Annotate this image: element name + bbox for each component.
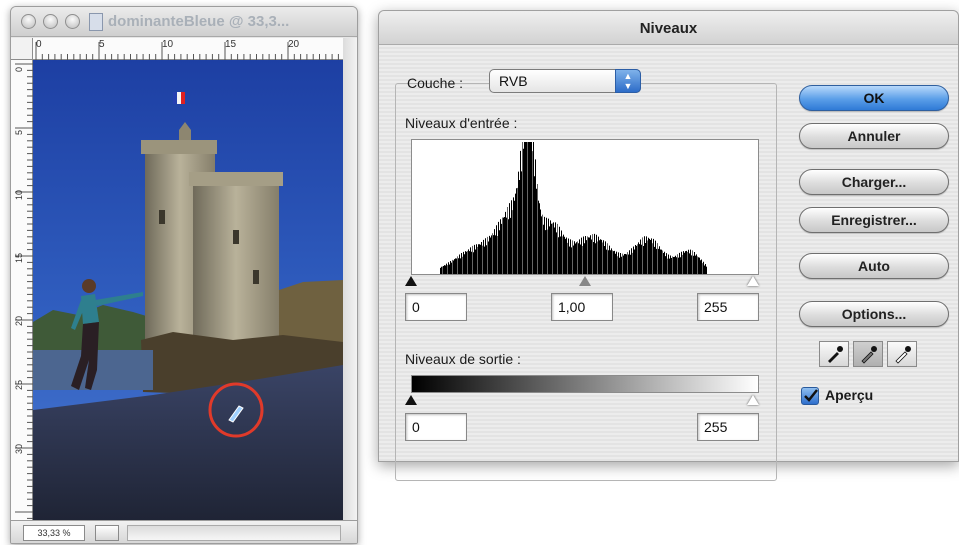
- black-point-eyedropper-icon[interactable]: [819, 341, 849, 367]
- ruler-h-label: 5: [99, 39, 105, 50]
- dialog-title: Niveaux: [639, 20, 698, 37]
- input-levels-slider[interactable]: [405, 276, 759, 290]
- channel-select[interactable]: RVB ▲ ▼: [489, 69, 641, 93]
- close-window-button[interactable]: [21, 14, 36, 29]
- preview-checkbox[interactable]: [801, 387, 819, 405]
- gray-point-eyedropper-icon[interactable]: [853, 341, 883, 367]
- ruler-h-label: 0: [36, 39, 42, 50]
- ok-button[interactable]: OK: [799, 85, 949, 111]
- input-gamma-field[interactable]: 1,00: [551, 293, 613, 321]
- auto-button[interactable]: Auto: [799, 253, 949, 279]
- output-black-field[interactable]: 0: [405, 413, 467, 441]
- document-window: dominanteBleue @ 33,3... 0 5 10 15 20 0 …: [10, 6, 358, 544]
- input-levels-label: Niveaux d'entrée :: [405, 115, 518, 131]
- ruler-v-label: 15: [14, 252, 24, 263]
- zoom-window-button[interactable]: [65, 14, 80, 29]
- dialog-titlebar[interactable]: Niveaux: [379, 11, 958, 45]
- options-button[interactable]: Options...: [799, 301, 949, 327]
- histogram: [411, 139, 759, 275]
- ruler-h-label: 10: [162, 39, 174, 50]
- horizontal-ruler[interactable]: 0 5 10 15 20: [33, 38, 343, 60]
- output-white-point-handle[interactable]: [747, 395, 759, 405]
- ruler-v-label: 20: [14, 315, 24, 326]
- output-levels-slider[interactable]: [405, 395, 759, 409]
- input-white-point-handle[interactable]: [747, 276, 759, 286]
- cancel-button[interactable]: Annuler: [799, 123, 949, 149]
- output-black-point-handle[interactable]: [405, 395, 417, 405]
- image-canvas[interactable]: [33, 60, 343, 520]
- ruler-v-label: 5: [14, 129, 24, 135]
- document-icon: [89, 13, 103, 31]
- channel-label: Couche :: [407, 75, 464, 91]
- output-white-field[interactable]: 255: [697, 413, 759, 441]
- input-white-field[interactable]: 255: [697, 293, 759, 321]
- horizontal-scrollbar[interactable]: [127, 525, 341, 541]
- document-titlebar[interactable]: dominanteBleue @ 33,3...: [11, 7, 357, 37]
- ruler-h-label: 15: [225, 39, 237, 50]
- vertical-scrollbar[interactable]: [343, 38, 357, 520]
- checkmark-icon: [804, 389, 818, 402]
- ruler-v-label: 25: [14, 379, 24, 390]
- input-gamma-handle[interactable]: [579, 276, 591, 286]
- ruler-v-label: 10: [14, 189, 24, 200]
- dialog-body: Couche : RVB ▲ ▼ Niveaux d'entrée : 0 1,0…: [379, 45, 958, 481]
- input-black-point-handle[interactable]: [405, 276, 417, 286]
- output-gradient-bar: [411, 375, 759, 393]
- ruler-v-label: 0: [14, 66, 24, 72]
- vertical-ruler[interactable]: 0 5 10 15 20 25 30: [11, 60, 33, 520]
- input-black-field[interactable]: 0: [405, 293, 467, 321]
- status-bar: 33,33 %: [11, 520, 357, 543]
- zoom-level-field[interactable]: 33,33 %: [23, 525, 85, 541]
- status-menu-button[interactable]: [95, 525, 119, 541]
- ruler-origin[interactable]: [11, 38, 33, 60]
- preview-label: Aperçu: [825, 387, 874, 403]
- channel-value: RVB: [499, 73, 528, 89]
- photo: [33, 60, 343, 520]
- popup-arrows-icon: ▲ ▼: [615, 69, 641, 93]
- white-point-eyedropper-icon[interactable]: [887, 341, 917, 367]
- ruler-h-label: 20: [288, 39, 300, 50]
- histogram-graph: [440, 142, 707, 274]
- output-levels-label: Niveaux de sortie :: [405, 351, 521, 367]
- save-button[interactable]: Enregistrer...: [799, 207, 949, 233]
- document-title: dominanteBleue @ 33,3...: [108, 13, 290, 30]
- load-button[interactable]: Charger...: [799, 169, 949, 195]
- levels-dialog: Niveaux Couche : RVB ▲ ▼ Niveaux d'entrée…: [378, 10, 959, 481]
- minimize-window-button[interactable]: [43, 14, 58, 29]
- ruler-v-label: 30: [14, 443, 24, 454]
